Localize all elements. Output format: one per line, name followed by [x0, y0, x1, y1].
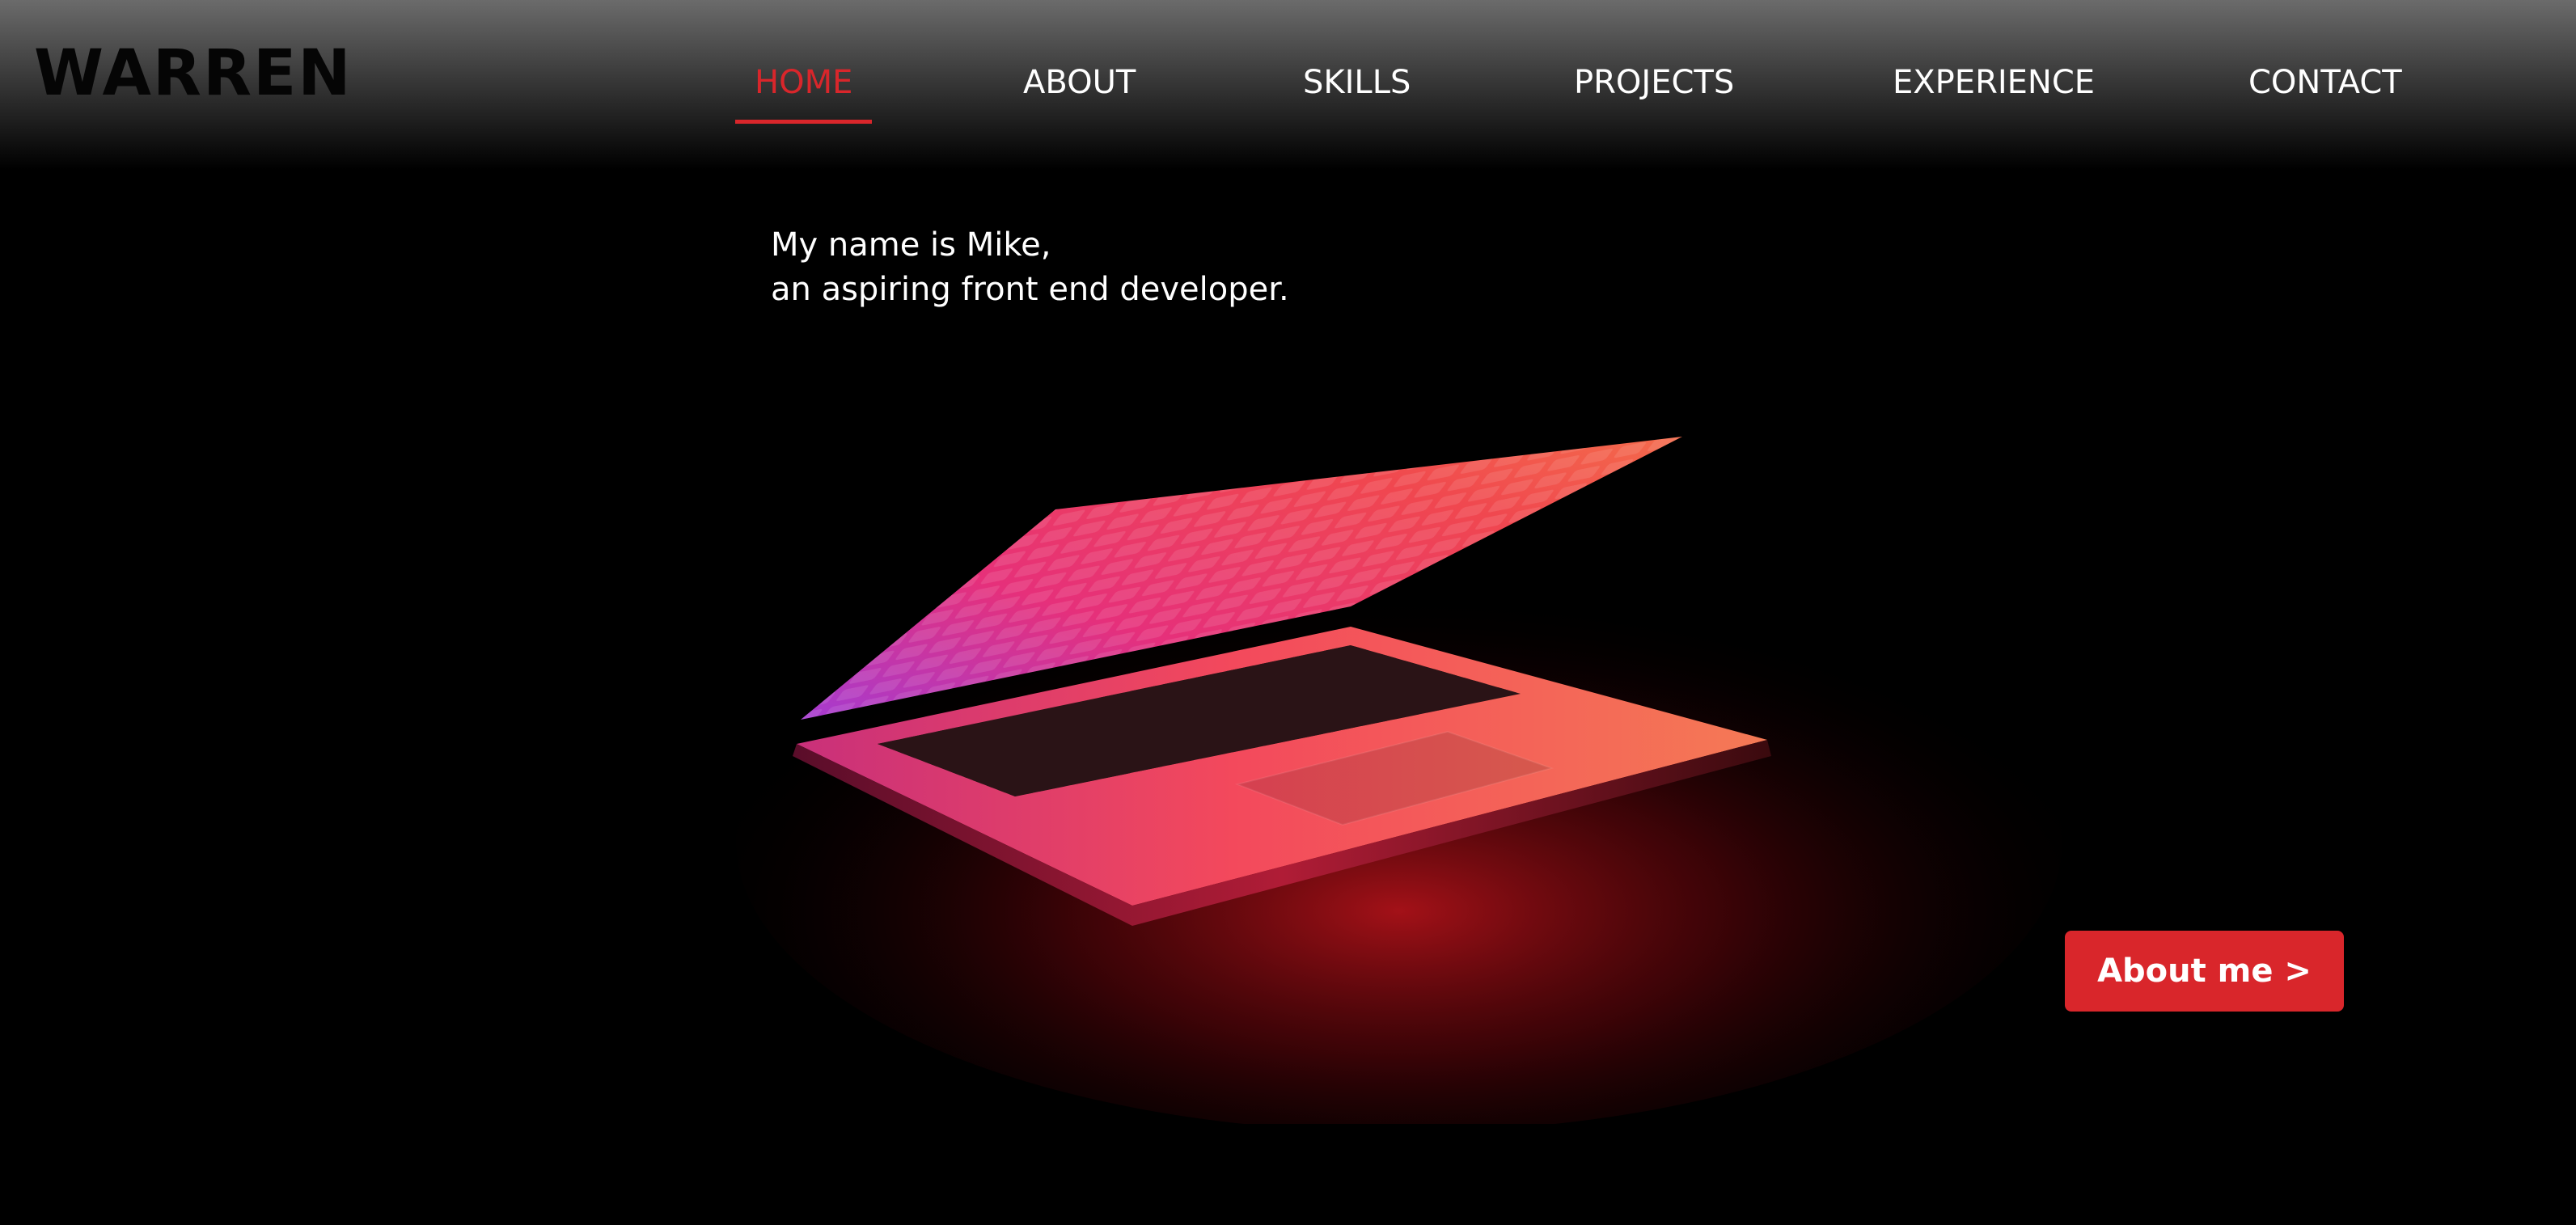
site-header: WARREN HOME ABOUT SKILLS PROJECTS EXPERI…	[0, 0, 2576, 170]
nav-about[interactable]: ABOUT	[1023, 63, 1136, 102]
nav-experience[interactable]: EXPERIENCE	[1893, 63, 2095, 102]
nav-active-indicator	[735, 120, 872, 124]
main-nav: HOME ABOUT SKILLS PROJECTS EXPERIENCE CO…	[0, 63, 2576, 120]
intro-line-name: My name is Mike,	[771, 226, 1051, 264]
nav-contact[interactable]: CONTACT	[2248, 63, 2402, 102]
nav-skills[interactable]: SKILLS	[1303, 63, 1411, 102]
hero-laptop-image	[728, 388, 2071, 1132]
about-me-button[interactable]: About me >	[2065, 931, 2344, 1012]
nav-home[interactable]: HOME	[755, 63, 852, 102]
intro-line-role: an aspiring front end developer.	[771, 271, 1289, 308]
intro-text: My name is Mike, an aspiring front end d…	[771, 223, 1289, 312]
nav-projects[interactable]: PROJECTS	[1574, 63, 1734, 102]
